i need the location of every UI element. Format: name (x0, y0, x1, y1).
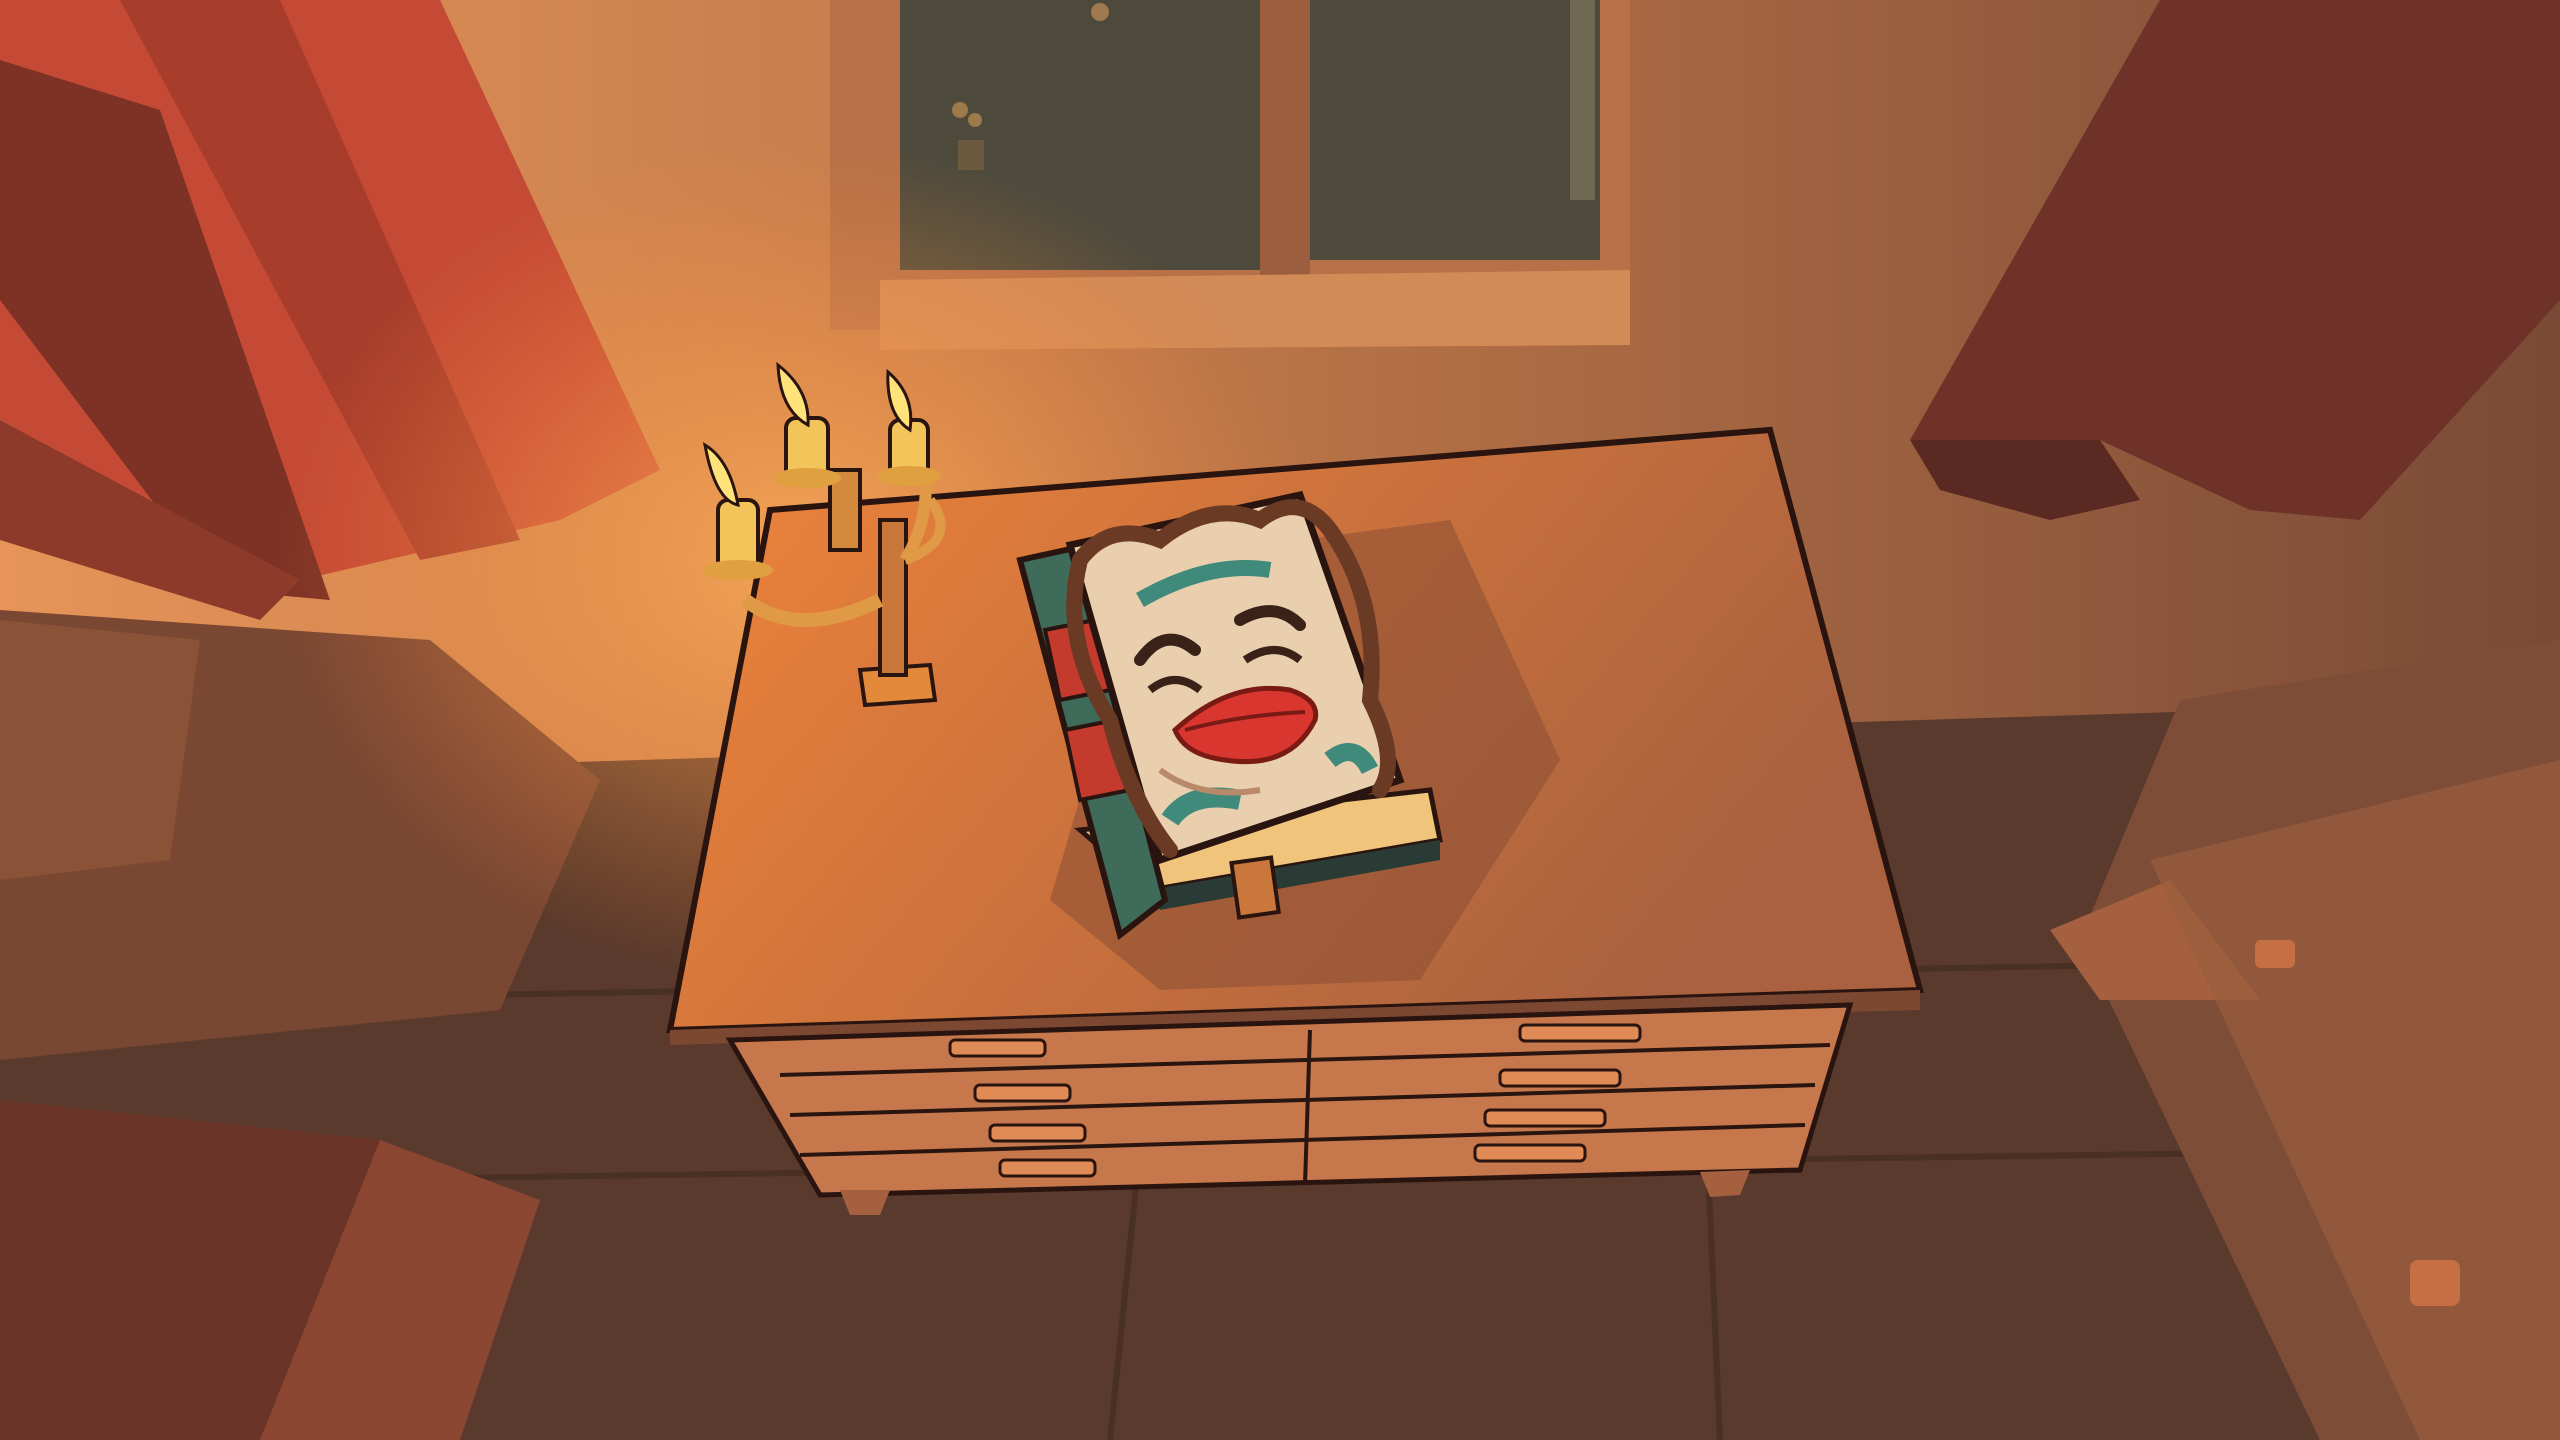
game-scene (0, 0, 2560, 1440)
wardrobe-handle-lower (2410, 1260, 2460, 1306)
window-pane-right (1310, 0, 1600, 260)
wardrobe-handle-upper (2255, 940, 2295, 968)
book-clasp-icon (1229, 855, 1281, 920)
